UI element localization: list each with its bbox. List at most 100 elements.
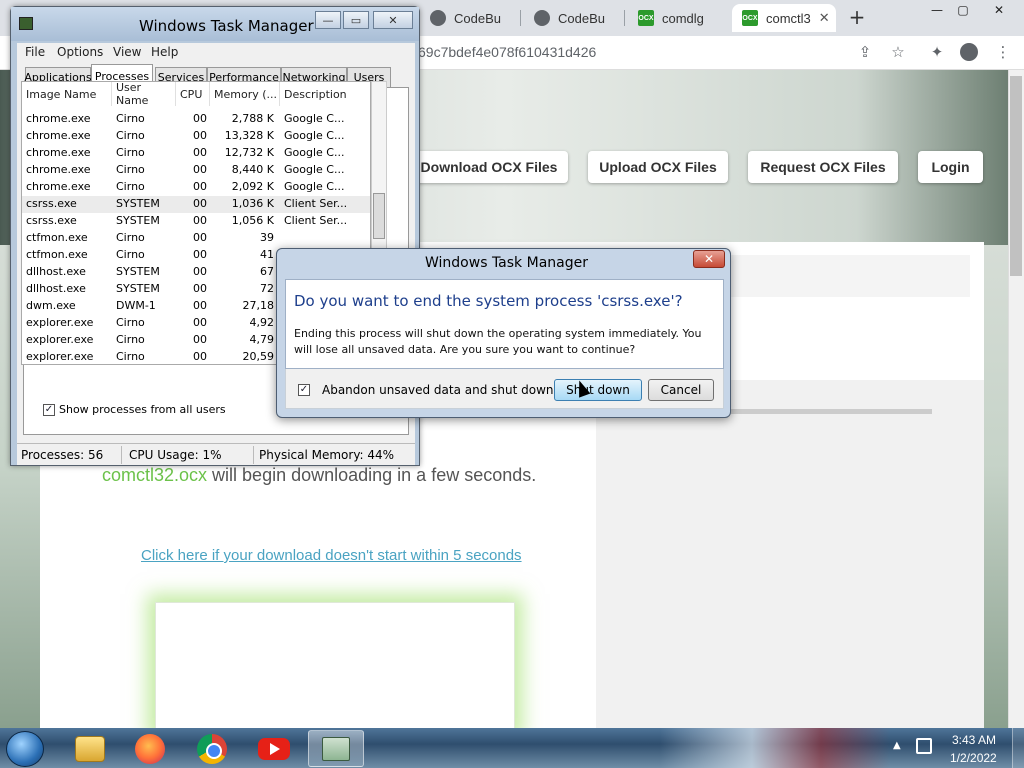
process-desc: Google C... <box>284 129 345 142</box>
share-icon[interactable]: ⇪ <box>856 43 874 61</box>
page-scrollbar-thumb[interactable] <box>1010 76 1022 276</box>
process-mem: 67 <box>260 265 274 278</box>
shut-down-button[interactable]: Shut down <box>554 379 642 401</box>
tab-label: CodeBu <box>454 10 501 26</box>
abandon-data-checkbox[interactable]: ✓ Abandon unsaved data and shut down. <box>298 383 557 397</box>
tab-close-icon[interactable]: ✕ <box>811 10 830 26</box>
nav-request-ocx[interactable]: Request OCX Files <box>748 151 898 183</box>
menu-help[interactable]: Help <box>151 45 178 59</box>
status-bar: Processes: 56 CPU Usage: 1% Physical Mem… <box>17 443 415 465</box>
menu-file[interactable]: File <box>25 45 45 59</box>
process-mem: 2,092 K <box>231 180 274 193</box>
taskbar-task-manager[interactable] <box>308 730 364 767</box>
browser-close-button[interactable]: ✕ <box>986 3 1012 19</box>
process-mem: 20,59 <box>242 350 275 363</box>
nav-login[interactable]: Login <box>918 151 983 183</box>
dialog-close-button[interactable]: ✕ <box>693 250 725 268</box>
process-row[interactable]: ctfmon.exe Cirno 00 39 <box>22 230 370 247</box>
nav-upload-ocx[interactable]: Upload OCX Files <box>588 151 728 183</box>
checkbox-icon[interactable]: ✓ <box>43 403 55 416</box>
task-manager-icon <box>322 736 350 761</box>
browser-tab-active[interactable]: OCX comctl3 ✕ <box>732 4 836 32</box>
show-all-processes-checkbox[interactable]: ✓ Show processes from all users <box>43 403 226 416</box>
taskbar-firefox[interactable] <box>122 730 178 767</box>
process-user: Cirno <box>116 112 145 125</box>
process-user: Cirno <box>116 333 145 346</box>
process-row[interactable]: csrss.exe SYSTEM 00 1,036 K Client Ser... <box>22 196 370 213</box>
clock-time[interactable]: 3:43 AM <box>952 733 996 747</box>
taskbar-chrome[interactable] <box>184 730 240 767</box>
column-description[interactable]: Description <box>280 82 370 106</box>
browser-minimize-button[interactable]: — <box>924 3 950 19</box>
more-menu-icon[interactable]: ⋮ <box>994 43 1012 61</box>
checkbox-icon[interactable]: ✓ <box>298 384 310 396</box>
show-hidden-icons-icon[interactable]: ▲ <box>893 740 901 751</box>
process-name: dwm.exe <box>26 299 76 312</box>
manual-download-link[interactable]: Click here if your download doesn't star… <box>141 547 522 564</box>
url-text[interactable]: 69c7bdef4e078f610431d426 <box>418 44 596 60</box>
end-process-dialog: Windows Task Manager ✕ Do you want to en… <box>276 248 731 418</box>
download-message-text: will begin downloading in a few seconds. <box>207 465 537 485</box>
minimize-button[interactable]: — <box>315 11 341 29</box>
window-title: Windows Task Manager <box>139 17 314 35</box>
process-user: Cirno <box>116 129 145 142</box>
firefox-icon <box>135 733 165 764</box>
nav-download-ocx[interactable]: Download OCX Files <box>410 151 568 183</box>
process-cpu: 00 <box>193 350 207 363</box>
browser-tab-3[interactable]: OCX comdlg <box>628 4 730 32</box>
process-cpu: 00 <box>193 333 207 346</box>
process-row[interactable]: chrome.exe Cirno 00 2,092 K Google C... <box>22 179 370 196</box>
bookmark-star-icon[interactable]: ☆ <box>889 43 907 61</box>
process-cpu: 00 <box>193 129 207 142</box>
menu-options[interactable]: Options <box>57 45 103 59</box>
youtube-icon <box>258 737 290 760</box>
process-row[interactable]: chrome.exe Cirno 00 8,440 K Google C... <box>22 162 370 179</box>
maximize-button[interactable]: ▭ <box>343 11 369 29</box>
column-image-name[interactable]: Image Name <box>22 82 112 106</box>
process-name: explorer.exe <box>26 316 94 329</box>
browser-maximize-button[interactable]: ▢ <box>950 3 976 19</box>
start-button[interactable] <box>6 731 44 767</box>
show-all-label: Show processes from all users <box>59 403 226 416</box>
process-user: Cirno <box>116 231 145 244</box>
browser-tab-1[interactable]: CodeBu <box>420 4 520 32</box>
column-cpu[interactable]: CPU <box>176 82 210 106</box>
cancel-button[interactable]: Cancel <box>648 379 714 401</box>
process-row[interactable]: chrome.exe Cirno 00 12,732 K Google C... <box>22 145 370 162</box>
extensions-icon[interactable]: ✦ <box>928 43 946 61</box>
status-divider <box>253 446 254 464</box>
column-memory[interactable]: Memory (... <box>210 82 280 106</box>
process-cpu: 00 <box>193 197 207 210</box>
column-user-name[interactable]: User Name <box>112 82 176 107</box>
close-button[interactable]: ✕ <box>373 11 413 29</box>
download-message: comctl32.ocx will begin downloading in a… <box>102 465 536 486</box>
menu-view[interactable]: View <box>113 45 141 59</box>
clock-date[interactable]: 1/2/2022 <box>950 751 997 765</box>
browser-tab-2[interactable]: CodeBu <box>524 4 624 32</box>
process-cpu: 00 <box>193 265 207 278</box>
process-list-scroll-thumb[interactable] <box>373 193 385 239</box>
taskbar-explorer[interactable] <box>62 730 118 767</box>
profile-avatar[interactable] <box>960 43 978 61</box>
show-desktop-button[interactable] <box>1012 728 1024 768</box>
task-manager-titlebar[interactable]: Windows Task Manager — ▭ ✕ <box>11 7 419 41</box>
process-row[interactable]: csrss.exe SYSTEM 00 1,056 K Client Ser... <box>22 213 370 230</box>
process-cpu: 00 <box>193 112 207 125</box>
process-mem: 2,788 K <box>231 112 274 125</box>
process-mem: 72 <box>260 282 274 295</box>
dialog-footer: ✓ Abandon unsaved data and shut down. Sh… <box>285 369 724 409</box>
ocx-icon: OCX <box>638 10 654 26</box>
process-row[interactable]: chrome.exe Cirno 00 13,328 K Google C... <box>22 128 370 145</box>
process-mem: 39 <box>260 231 274 244</box>
taskbar-wallpaper-peek <box>660 728 890 768</box>
new-tab-button[interactable]: + <box>846 7 868 28</box>
menu-bar: File Options View Help <box>17 43 415 63</box>
process-mem: 1,056 K <box>231 214 274 227</box>
process-mem: 4,92 <box>249 316 275 329</box>
process-row[interactable]: chrome.exe Cirno 00 2,788 K Google C... <box>22 111 370 128</box>
process-user: SYSTEM <box>116 282 160 295</box>
taskbar-youtube[interactable] <box>246 730 302 767</box>
network-icon[interactable] <box>916 738 932 754</box>
process-user: Cirno <box>116 248 145 261</box>
process-user: Cirno <box>116 350 145 363</box>
